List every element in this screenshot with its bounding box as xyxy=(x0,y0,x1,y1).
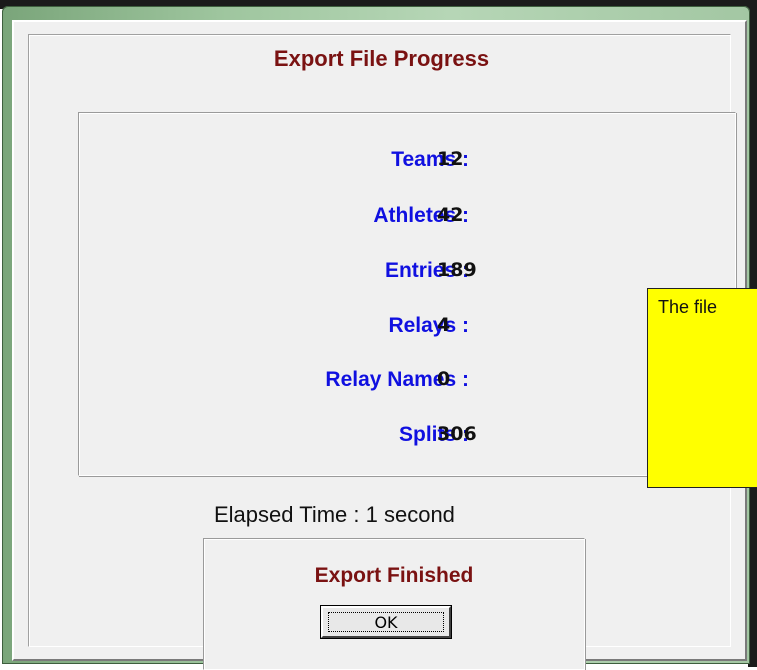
count-row-teams: Teams : 12 xyxy=(79,148,735,178)
counts-panel: Teams : 12 Athletes : 42 Entries : 189 R… xyxy=(78,112,736,476)
count-label: Relays : xyxy=(388,314,469,337)
info-tooltip: The file xyxy=(647,288,757,488)
count-value: 4 xyxy=(437,314,451,336)
ok-button-label: OK xyxy=(328,612,444,632)
dialog-title: Export File Progress xyxy=(273,46,490,71)
window-frame: Export File Progress Teams : 12 Athletes… xyxy=(2,6,750,670)
count-value: 189 xyxy=(437,259,477,281)
elapsed-time-text: Elapsed Time : 1 second xyxy=(214,502,455,527)
count-value: 12 xyxy=(437,148,464,170)
count-value: 42 xyxy=(437,204,464,226)
ok-button[interactable]: OK xyxy=(320,605,452,639)
count-row-entries: Entries : 189 xyxy=(79,259,735,289)
count-value: 0 xyxy=(437,368,451,390)
tooltip-text: The file xyxy=(658,297,718,317)
count-row-athletes: Athletes : 42 xyxy=(79,204,735,234)
count-row-relay-names: Relay Names : 0 xyxy=(79,368,735,398)
finish-panel: Export Finished OK xyxy=(203,538,585,670)
count-row-relays: Relays : 4 xyxy=(79,314,735,344)
export-status-label: Export Finished xyxy=(314,564,474,587)
count-row-splits: Splits : 306 xyxy=(79,423,735,453)
export-progress-dialog: Export File Progress Teams : 12 Athletes… xyxy=(12,20,747,670)
count-value: 306 xyxy=(437,423,477,445)
